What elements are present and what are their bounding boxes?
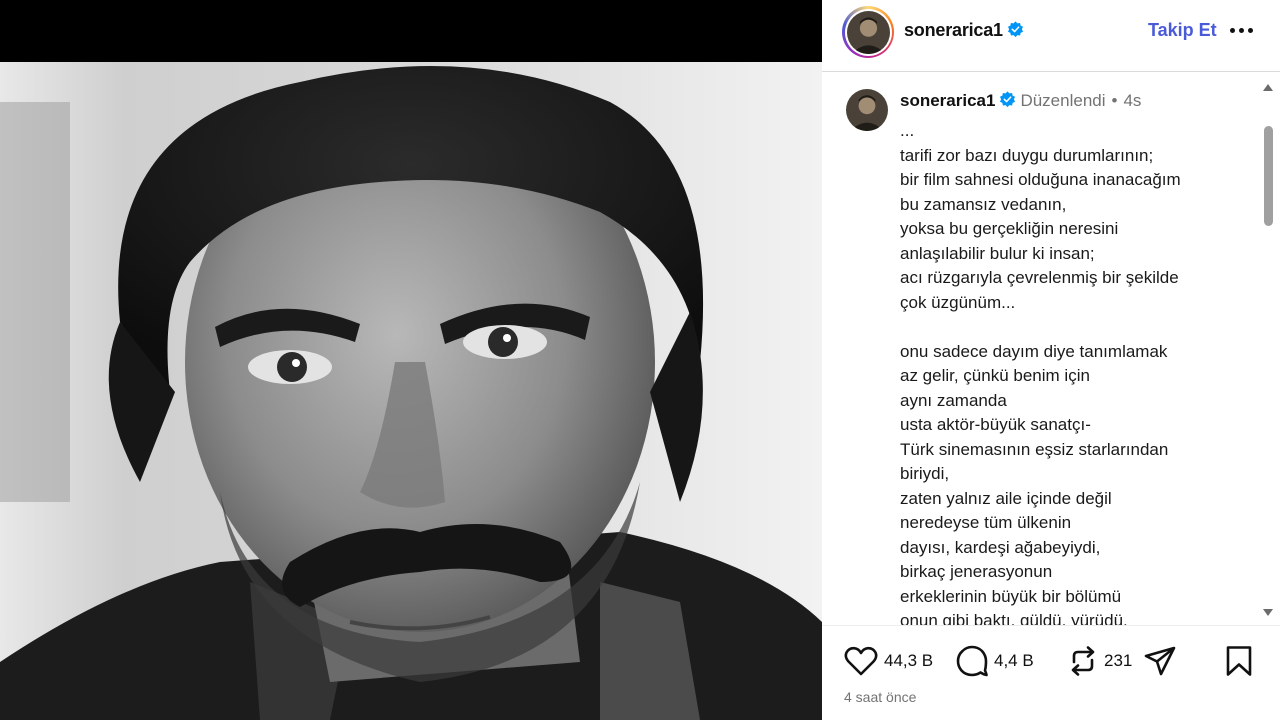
- verified-badge-icon: [1000, 91, 1016, 108]
- like-button[interactable]: 44,3 B: [844, 644, 933, 678]
- meta-separator: •: [1111, 91, 1118, 110]
- avatar-image: [846, 10, 890, 54]
- caption-area[interactable]: sonerarica1 Düzenlendi • 4s ... tarifi zor …: [822, 73, 1280, 625]
- scroll-up-icon[interactable]: [1263, 84, 1273, 91]
- post-header: sonerarica1 Takip Et: [822, 0, 1280, 72]
- like-count[interactable]: 44,3 B: [884, 651, 933, 671]
- caption-text: ... tarifi zor bazı duygu durumlarının; …: [900, 121, 1181, 625]
- repost-button[interactable]: 231: [1068, 644, 1132, 678]
- repost-icon: [1071, 646, 1095, 676]
- caption-meta: sonerarica1 Düzenlendi • 4s: [900, 91, 1141, 111]
- comment-count[interactable]: 4,4 B: [994, 651, 1034, 671]
- heart-icon: [844, 646, 878, 676]
- repost-count[interactable]: 231: [1104, 651, 1132, 671]
- caption-scrollbar[interactable]: [1259, 76, 1276, 624]
- more-options-icon[interactable]: [1230, 28, 1256, 34]
- relative-time[interactable]: 4s: [1123, 91, 1141, 110]
- scroll-down-icon[interactable]: [1263, 609, 1273, 616]
- post-media[interactable]: [0, 0, 822, 720]
- post-timestamp[interactable]: 4 saat önce: [844, 689, 916, 705]
- author-username-text[interactable]: sonerarica1: [904, 20, 1003, 40]
- save-button[interactable]: [1225, 644, 1253, 678]
- send-icon: [1144, 646, 1176, 676]
- scroll-thumb[interactable]: [1264, 126, 1273, 226]
- caption-avatar-image: [846, 89, 888, 131]
- author-username[interactable]: sonerarica1: [904, 20, 1024, 41]
- caption-avatar[interactable]: [846, 89, 888, 131]
- bookmark-icon: [1226, 646, 1252, 676]
- follow-button[interactable]: Takip Et: [1148, 20, 1217, 41]
- caption-username[interactable]: sonerarica1: [900, 91, 995, 110]
- verified-badge-icon: [1007, 21, 1023, 38]
- comment-button[interactable]: 4,4 B: [956, 644, 1034, 678]
- post-photo: [0, 62, 822, 720]
- post-sidebar: sonerarica1 Takip Et sonerarica1 Düzenlen…: [822, 0, 1280, 720]
- share-button[interactable]: [1144, 644, 1176, 678]
- comment-icon: [956, 645, 988, 677]
- action-bar: 44,3 B 4,4 B 231 4 saat önce: [822, 625, 1280, 720]
- edited-label: Düzenlendi: [1020, 91, 1106, 110]
- author-avatar[interactable]: [842, 6, 894, 58]
